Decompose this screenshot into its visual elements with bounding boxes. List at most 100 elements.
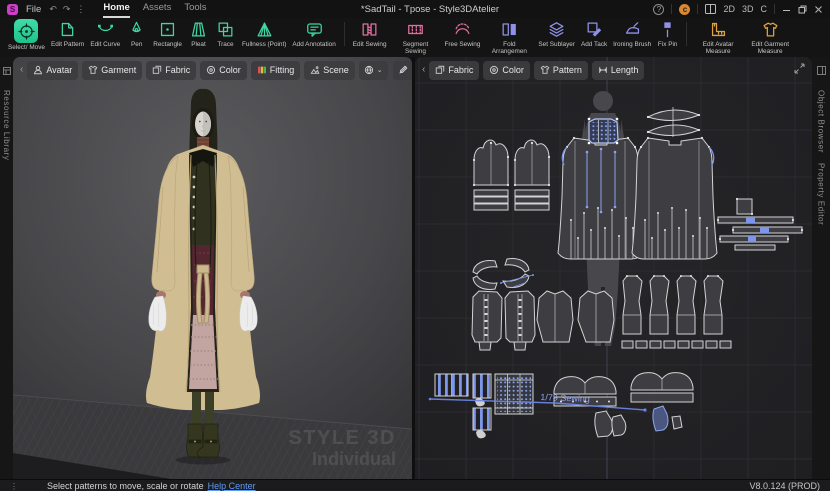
collapse-left-icon[interactable]: ‹ bbox=[20, 65, 23, 75]
tool-fullness-point[interactable]: Fullness (Point) bbox=[240, 19, 288, 48]
tool-label: Edit Pattern bbox=[50, 41, 85, 48]
add-annotation-icon bbox=[304, 19, 325, 40]
tab-assets[interactable]: Assets bbox=[143, 0, 172, 18]
tool-fix-pin[interactable]: Fix Pin bbox=[655, 19, 680, 48]
tool-select-move[interactable]: Select/ Move bbox=[6, 19, 47, 51]
inner-shirt bbox=[190, 155, 216, 245]
tool-label: Pen bbox=[131, 41, 143, 48]
toolbar: Select/ Move Edit Pattern Edit Curve Pen Rec… bbox=[0, 18, 830, 57]
app-logo-icon[interactable]: S bbox=[7, 3, 18, 15]
tab-scene[interactable]: Scene bbox=[304, 60, 355, 80]
fabric-icon bbox=[436, 65, 445, 74]
tool-edit-sewing[interactable]: Edit Sewing bbox=[351, 19, 389, 48]
resource-library-strip[interactable]: Resource Library bbox=[0, 57, 13, 479]
tool-edit-avatar-measure[interactable]: Edit Avatar Measure bbox=[693, 19, 743, 55]
pattern-piece-coat-back[interactable] bbox=[631, 136, 718, 260]
tool-pen[interactable]: Pen bbox=[124, 19, 149, 48]
render-mode-dropdown[interactable]: ⌄ bbox=[358, 60, 388, 80]
panel-dock-icon bbox=[816, 62, 826, 80]
tab-fabric[interactable]: Fabric bbox=[146, 60, 197, 80]
pattern-piece-sleeve-2[interactable] bbox=[513, 139, 551, 211]
avatar-icon bbox=[34, 65, 43, 75]
pattern-piece-vest-back-1[interactable] bbox=[536, 290, 574, 343]
pattern-piece-dotted[interactable] bbox=[494, 373, 534, 415]
viewport-2d[interactable]: 1/79 Sewing ‹ Fabric Color Pattern Lengt… bbox=[415, 57, 812, 479]
tool-label: Edit Sewing bbox=[352, 41, 387, 48]
tool-ironing-brush[interactable]: Ironing Brush bbox=[611, 19, 653, 48]
scene-3d bbox=[13, 57, 412, 479]
tool-segment-sewing[interactable]: Segment Sewing bbox=[391, 19, 441, 55]
viewport-3d[interactable]: ‹ Avatar Garment Fabric Color Fitting Sc… bbox=[13, 57, 412, 479]
statusbar-handle-icon[interactable]: ⋮ bbox=[10, 482, 19, 491]
redo-icon[interactable]: ↷ bbox=[63, 4, 71, 14]
pattern-piece-vest-front-1[interactable] bbox=[471, 290, 503, 351]
view-2d-button[interactable]: 2D bbox=[723, 4, 735, 14]
pattern-piece-striped-a[interactable] bbox=[434, 373, 469, 397]
tab-2d-pattern[interactable]: Pattern bbox=[533, 60, 588, 80]
tab-fitting[interactable]: Fitting bbox=[250, 60, 301, 80]
pattern-piece-sleeve[interactable] bbox=[472, 139, 510, 211]
more-menu-icon[interactable]: ⋮ bbox=[76, 4, 85, 14]
edit-garment-measure-icon bbox=[760, 19, 781, 40]
expand-2d-icon[interactable] bbox=[794, 61, 805, 79]
property-editor-tab[interactable]: Property Editor bbox=[817, 163, 826, 225]
avatar-face bbox=[195, 111, 211, 137]
tool-fold-arrangement[interactable]: Fold Arrangemen bbox=[484, 19, 534, 55]
main-area: Resource Library ‹ Avatar Garment Fabric… bbox=[0, 57, 830, 479]
tool-label: Edit Garment Measure bbox=[751, 41, 789, 55]
tab-home[interactable]: Home bbox=[103, 0, 130, 18]
tab-color[interactable]: Color bbox=[200, 60, 247, 80]
layout-panels-icon[interactable] bbox=[705, 4, 717, 14]
tool-edit-curve[interactable]: Edit Curve bbox=[88, 19, 122, 48]
tool-pleat[interactable]: Pleat bbox=[186, 19, 211, 48]
set-sublayer-icon bbox=[546, 19, 567, 40]
tool-label: Add Tack bbox=[580, 41, 608, 48]
tool-label: Rectangle bbox=[153, 41, 182, 48]
tab-avatar[interactable]: Avatar bbox=[27, 60, 79, 80]
tab-2d-color[interactable]: Color bbox=[483, 60, 530, 80]
reset-view-button[interactable]: C bbox=[761, 4, 768, 14]
tab-tools[interactable]: Tools bbox=[184, 0, 206, 18]
sphere-icon bbox=[364, 65, 373, 75]
viewport-2d-tabbar: ‹ Fabric Color Pattern Length bbox=[415, 57, 812, 83]
statusbar: ⋮ Select patterns to move, scale or rota… bbox=[0, 479, 830, 491]
credit-icon[interactable]: c bbox=[679, 3, 691, 15]
collapse-left-icon[interactable]: ‹ bbox=[422, 65, 425, 75]
undo-icon[interactable]: ↶ bbox=[49, 4, 57, 14]
edit-sewing-icon bbox=[359, 19, 380, 40]
toolbar-separator bbox=[686, 22, 688, 46]
resource-library-icon bbox=[2, 62, 11, 80]
tool-trace[interactable]: Trace bbox=[213, 19, 238, 48]
tool-free-sewing[interactable]: Free Sewing bbox=[443, 19, 483, 48]
tool-label: Pleat bbox=[191, 41, 206, 48]
tab-garment[interactable]: Garment bbox=[82, 60, 143, 80]
pattern-piece-vest-back-2[interactable] bbox=[577, 290, 615, 343]
view-3d-button[interactable]: 3D bbox=[742, 4, 754, 14]
tab-2d-length[interactable]: Length bbox=[591, 60, 645, 80]
color-icon bbox=[207, 65, 216, 75]
object-browser-tab[interactable]: Object Browser bbox=[817, 90, 826, 153]
free-sewing-icon bbox=[452, 19, 473, 40]
tool-edit-pattern[interactable]: Edit Pattern bbox=[49, 19, 86, 48]
help-center-link[interactable]: Help Center bbox=[208, 481, 256, 491]
window-controls: ? c 2D 3D C bbox=[653, 3, 823, 15]
lace-skirt bbox=[189, 315, 217, 389]
select-move-icon bbox=[14, 19, 39, 43]
pattern-piece-chest-selected[interactable] bbox=[587, 117, 619, 145]
tool-add-tack[interactable]: Add Tack bbox=[579, 19, 609, 48]
fold-arrangement-icon bbox=[499, 19, 520, 40]
tool-rectangle[interactable]: Rectangle bbox=[151, 19, 184, 48]
tool-edit-garment-measure[interactable]: Edit Garment Measure bbox=[745, 19, 795, 55]
add-tack-icon bbox=[584, 19, 605, 40]
restore-icon[interactable] bbox=[798, 5, 807, 14]
tool-add-annotation[interactable]: Add Annotation bbox=[290, 19, 337, 48]
tool-set-sublayer[interactable]: Set Sublayer bbox=[536, 19, 577, 48]
close-icon[interactable] bbox=[814, 5, 823, 14]
help-icon[interactable]: ? bbox=[653, 3, 665, 15]
menu-file[interactable]: File bbox=[24, 4, 43, 15]
pattern-piece-boot[interactable] bbox=[622, 275, 643, 335]
pattern-piece-vest-front-2[interactable] bbox=[504, 290, 536, 351]
tab-2d-fabric[interactable]: Fabric bbox=[429, 60, 480, 80]
minimize-icon[interactable] bbox=[782, 5, 791, 14]
style-line-dropdown[interactable]: ⌄ bbox=[392, 60, 412, 80]
